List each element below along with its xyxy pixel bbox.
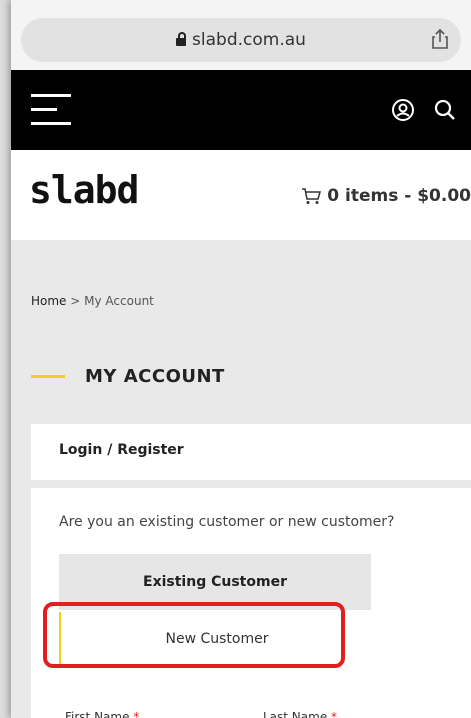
share-icon[interactable] [429, 28, 451, 50]
url-text: slabd.com.au [192, 30, 306, 50]
last-name-label: Last Name * [263, 710, 337, 718]
address-bar[interactable]: slabd.com.au [21, 18, 461, 62]
required-marker: * [133, 710, 140, 718]
required-marker: * [331, 710, 338, 718]
breadcrumb: Home > My Account [31, 294, 154, 308]
url-display[interactable]: slabd.com.au [21, 18, 461, 62]
page-title-row: MY ACCOUNT [31, 366, 225, 387]
top-nav-bar [11, 70, 471, 150]
logo-bar: slabd 0 items - $0.00 [11, 150, 471, 240]
cart-link[interactable]: 0 items - $0.00 [301, 186, 471, 206]
user-icon[interactable] [391, 98, 415, 122]
cart-icon [302, 188, 322, 204]
customer-type-question: Are you an existing customer or new cust… [59, 514, 395, 530]
screenshot-frame: slabd.com.au slabd 0 items - $0.00 Home … [0, 0, 471, 718]
site-logo[interactable]: slabd [29, 168, 139, 212]
phone-screen: slabd.com.au slabd 0 items - $0.00 Home … [11, 0, 471, 718]
hamburger-icon[interactable] [31, 94, 71, 126]
login-register-tab[interactable]: Login / Register [31, 424, 471, 480]
browser-chrome: slabd.com.au [11, 0, 471, 70]
lock-icon [176, 32, 187, 46]
breadcrumb-separator: > [70, 294, 81, 308]
search-icon[interactable] [433, 98, 457, 122]
page-title: MY ACCOUNT [85, 366, 225, 387]
first-name-label: First Name * [65, 710, 139, 718]
existing-customer-label: Existing Customer [143, 574, 287, 590]
cart-summary: 0 items - $0.00 [327, 186, 471, 206]
title-accent-line [31, 375, 65, 378]
tab-label: Login / Register [59, 442, 184, 458]
breadcrumb-current: My Account [84, 294, 154, 308]
breadcrumb-home[interactable]: Home [31, 294, 66, 308]
highlight-annotation [43, 602, 345, 668]
